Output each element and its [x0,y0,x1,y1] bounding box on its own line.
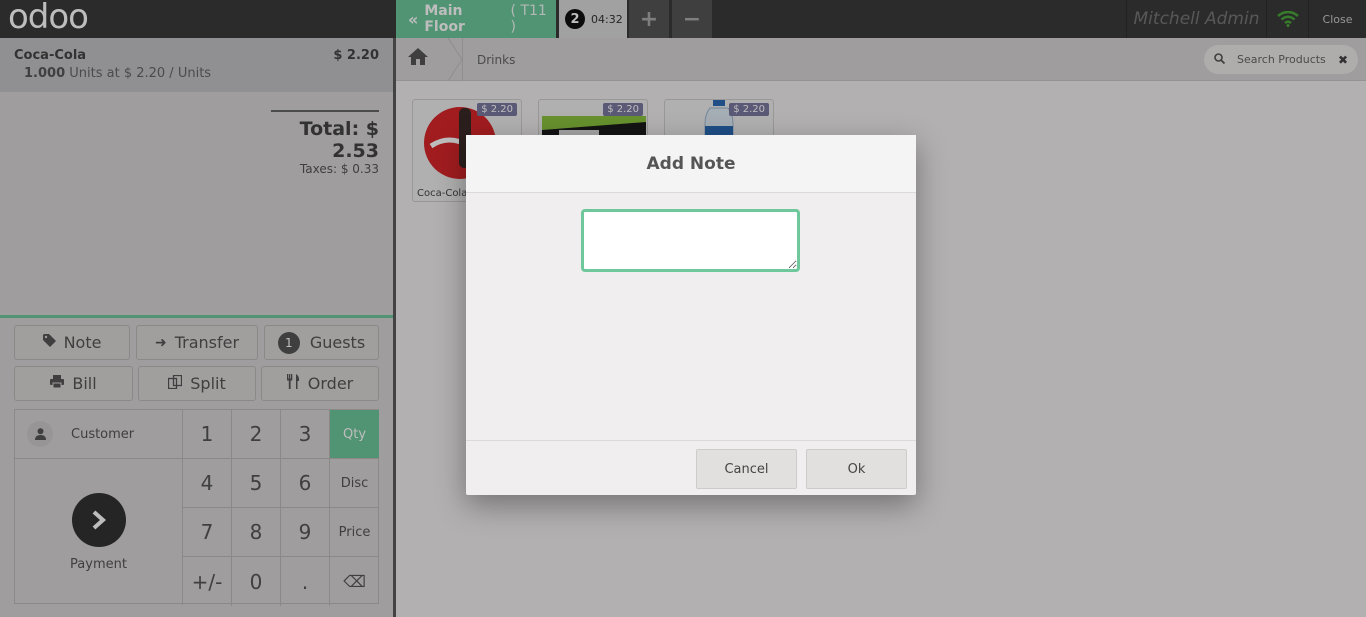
dialog-title: Add Note [466,135,916,193]
cancel-button[interactable]: Cancel [696,449,797,489]
note-textarea[interactable] [581,209,800,272]
ok-button[interactable]: Ok [806,449,907,489]
dialog-footer: Cancel Ok [466,440,916,495]
add-note-dialog: Add Note Cancel Ok [466,135,916,495]
